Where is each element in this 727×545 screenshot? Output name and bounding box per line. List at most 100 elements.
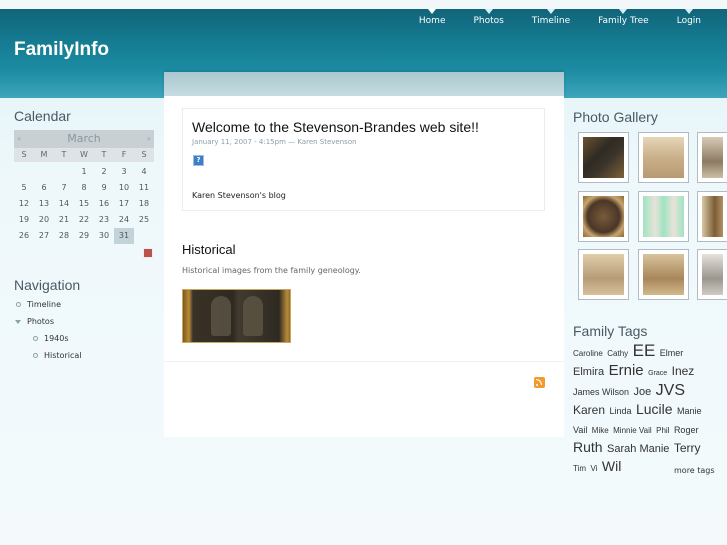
- calendar-day[interactable]: 14: [54, 196, 74, 212]
- section-title[interactable]: Historical: [182, 242, 235, 257]
- tag-link[interactable]: EE: [633, 341, 656, 360]
- calendar-day[interactable]: 22: [74, 212, 94, 228]
- nav-family-tree[interactable]: Family Tree: [584, 9, 663, 35]
- tag-link[interactable]: Karen: [573, 403, 605, 417]
- calendar-day[interactable]: 7: [54, 180, 74, 196]
- calendar-day: ·: [54, 164, 74, 180]
- tag-link[interactable]: Minnie Vail: [613, 426, 652, 435]
- tag-cloud: Caroline Cathy EE Elmer Elmira Ernie Gra…: [573, 342, 715, 477]
- site-logo[interactable]: FamilyInfo: [14, 39, 109, 61]
- calendar-month: March: [67, 132, 101, 145]
- calendar-day[interactable]: 16: [94, 196, 114, 212]
- calendar-day[interactable]: 26: [14, 228, 34, 244]
- calendar-day[interactable]: 13: [34, 196, 54, 212]
- divider: [164, 361, 564, 362]
- nav-login[interactable]: Login: [663, 9, 715, 35]
- calendar-day[interactable]: 15: [74, 196, 94, 212]
- tag-link[interactable]: Wil: [602, 458, 621, 474]
- tag-link[interactable]: Cathy: [607, 349, 628, 358]
- gallery-thumbnail[interactable]: [697, 249, 727, 300]
- calendar-title: Calendar: [14, 108, 71, 124]
- tag-link[interactable]: Phil: [656, 426, 669, 435]
- calendar-day[interactable]: 27: [34, 228, 54, 244]
- calendar-day[interactable]: 17: [114, 196, 134, 212]
- tag-link[interactable]: Mike: [592, 426, 609, 435]
- calendar-day[interactable]: 18: [134, 196, 154, 212]
- calendar-day[interactable]: 10: [114, 180, 134, 196]
- tag-link[interactable]: JVS: [656, 382, 685, 399]
- post-card: Welcome to the Stevenson-Brandes web sit…: [182, 108, 545, 211]
- next-month-icon[interactable]: »: [147, 130, 151, 148]
- calendar-day[interactable]: 31: [114, 228, 134, 244]
- calendar-day[interactable]: 6: [34, 180, 54, 196]
- calendar-day[interactable]: 25: [134, 212, 154, 228]
- gallery-thumbnail[interactable]: [638, 132, 689, 183]
- tag-link[interactable]: Terry: [674, 441, 701, 455]
- gallery-thumbnail[interactable]: [638, 249, 689, 300]
- tag-link[interactable]: Roger: [674, 425, 699, 435]
- calendar-day[interactable]: 24: [114, 212, 134, 228]
- calendar-day[interactable]: 11: [134, 180, 154, 196]
- menu-item-label: Timeline: [27, 300, 62, 309]
- question-icon: ?: [193, 155, 204, 166]
- calendar-day[interactable]: 23: [94, 212, 114, 228]
- gallery-thumbnail[interactable]: [697, 191, 727, 242]
- weekday: S: [141, 150, 147, 159]
- calendar-day[interactable]: 20: [34, 212, 54, 228]
- nav-timeline-label: Timeline: [531, 16, 571, 26]
- menu-item-historical[interactable]: Historical: [14, 347, 81, 364]
- tag-link[interactable]: Sarah Manie: [607, 443, 669, 455]
- gallery-thumbnail[interactable]: [697, 132, 727, 183]
- calendar-day[interactable]: 5: [14, 180, 34, 196]
- calendar-day[interactable]: 3: [114, 164, 134, 180]
- calendar-day[interactable]: 8: [74, 180, 94, 196]
- tag-link[interactable]: James Wilson: [573, 387, 629, 397]
- prev-month-icon[interactable]: «: [17, 130, 21, 148]
- tag-link[interactable]: Grace: [648, 370, 667, 377]
- blog-link[interactable]: Karen Stevenson's blog: [192, 191, 286, 200]
- tags-title: Family Tags: [573, 323, 648, 339]
- tag-link[interactable]: Elmira: [573, 366, 604, 378]
- tag-link[interactable]: Elmer: [660, 348, 684, 358]
- calendar-day[interactable]: 12: [14, 196, 34, 212]
- calendar-day: ·: [134, 228, 154, 244]
- tag-link[interactable]: Caroline: [573, 349, 603, 358]
- calendar-grid: ···1234567891011121314151617181920212223…: [14, 164, 154, 244]
- caret-icon: [547, 9, 555, 14]
- calendar-day[interactable]: 4: [134, 164, 154, 180]
- tag-link[interactable]: Vi: [590, 464, 597, 473]
- more-tags-link[interactable]: more tags: [674, 466, 715, 475]
- gallery-thumbnail[interactable]: [638, 191, 689, 242]
- calendar-day[interactable]: 19: [14, 212, 34, 228]
- historical-photo[interactable]: [182, 289, 291, 343]
- tag-link[interactable]: Ernie: [609, 362, 644, 379]
- calendar-feed-icon[interactable]: [143, 248, 153, 258]
- menu-item-1940s[interactable]: 1940s: [14, 330, 81, 347]
- nav-home-label: Home: [418, 16, 446, 26]
- calendar-day[interactable]: 1: [74, 164, 94, 180]
- nav-photos[interactable]: Photos: [459, 9, 517, 35]
- rss-feed-icon[interactable]: [534, 377, 545, 388]
- calendar-day[interactable]: 30: [94, 228, 114, 244]
- gallery-thumbnail[interactable]: [578, 132, 629, 183]
- calendar-day[interactable]: 29: [74, 228, 94, 244]
- tag-link[interactable]: Lucile: [636, 401, 673, 417]
- tag-link[interactable]: Joe: [633, 386, 651, 398]
- nav-timeline[interactable]: Timeline: [518, 9, 584, 35]
- tag-link[interactable]: Tim: [573, 464, 586, 473]
- photo-figure: [243, 296, 263, 336]
- tag-link[interactable]: Linda: [609, 406, 631, 416]
- nav-home[interactable]: Home: [405, 9, 460, 35]
- calendar-day[interactable]: 28: [54, 228, 74, 244]
- menu-item-timeline[interactable]: Timeline: [14, 296, 81, 313]
- calendar-day[interactable]: 9: [94, 180, 114, 196]
- gallery-thumbnail[interactable]: [578, 249, 629, 300]
- calendar-day[interactable]: 2: [94, 164, 114, 180]
- tag-link[interactable]: Ruth: [573, 439, 603, 455]
- tag-link[interactable]: Inez: [672, 364, 695, 378]
- post-title[interactable]: Welcome to the Stevenson-Brandes web sit…: [192, 119, 479, 135]
- calendar-day: ·: [34, 164, 54, 180]
- menu-item-photos[interactable]: Photos: [14, 313, 81, 330]
- gallery-thumbnail[interactable]: [578, 191, 629, 242]
- calendar-day[interactable]: 21: [54, 212, 74, 228]
